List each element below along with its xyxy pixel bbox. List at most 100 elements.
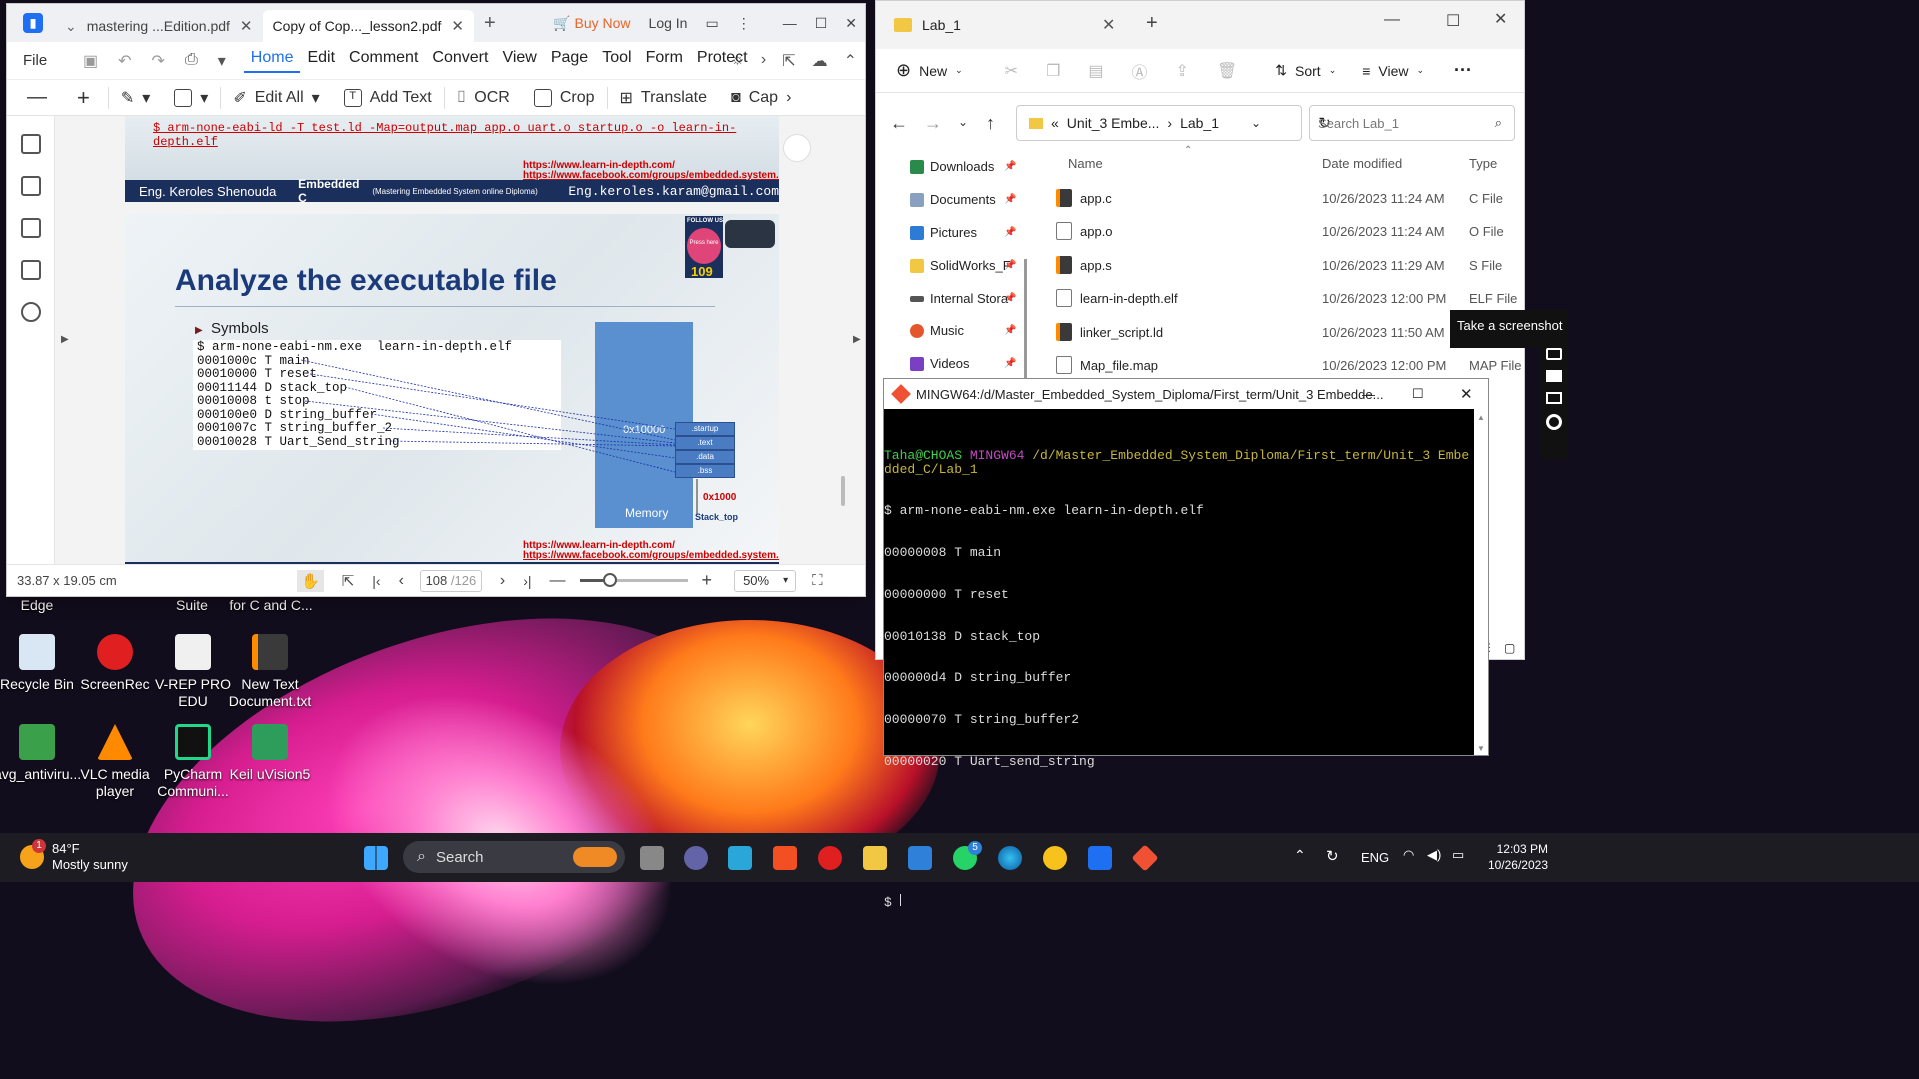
close-window-icon[interactable]: ✕ xyxy=(845,15,857,32)
edge-icon[interactable] xyxy=(998,846,1022,870)
expand-right-panel-icon[interactable]: ▶ xyxy=(853,334,861,345)
zoom-level-select[interactable]: 50% ▾ xyxy=(734,569,797,592)
desktop-icon-recycle-bin[interactable]: Recycle Bin xyxy=(0,634,80,693)
screenrec-taskbar-icon[interactable] xyxy=(818,846,842,870)
maximize-icon[interactable]: ☐ xyxy=(1446,11,1460,31)
mail-icon[interactable] xyxy=(908,846,932,870)
crop-button[interactable]: Crop xyxy=(522,88,607,107)
column-header-date[interactable]: Date modified xyxy=(1322,156,1402,171)
ai-assistant-icon[interactable] xyxy=(783,134,811,162)
dropdown-icon[interactable]: ▾ xyxy=(218,51,226,71)
more-options-icon[interactable]: ··· xyxy=(1454,60,1472,81)
input-line[interactable]: $ xyxy=(884,893,1474,910)
volume-icon[interactable]: ◀) xyxy=(1427,847,1441,863)
battery-icon[interactable]: ▭ xyxy=(1452,847,1464,863)
zoom-slider[interactable] xyxy=(579,573,688,587)
file-row[interactable]: app.s 10/26/2023 11:29 AM S File xyxy=(1056,249,1526,281)
pin-icon[interactable]: 📌 xyxy=(1004,161,1016,172)
menu-comment[interactable]: Comment xyxy=(342,49,425,73)
paste-icon[interactable]: ▤ xyxy=(1088,61,1103,81)
feedback-icon[interactable]: ▭ xyxy=(705,15,718,32)
breadcrumb-lab1[interactable]: Lab_1 xyxy=(1180,115,1219,131)
teams-chat-icon[interactable] xyxy=(684,846,708,870)
cloud-upload-icon[interactable]: ☁ xyxy=(812,51,828,71)
scroll-down-icon[interactable]: ▼ xyxy=(1477,744,1485,753)
pdfelement-taskbar-icon[interactable] xyxy=(1088,846,1112,870)
pin-icon[interactable]: 📌 xyxy=(1004,260,1016,271)
redo-icon[interactable]: ↷ xyxy=(152,51,165,71)
close-window-icon[interactable]: ✕ xyxy=(1494,9,1507,29)
zoom-slider-knob[interactable] xyxy=(602,573,617,587)
desktop-icon-pycharm[interactable]: PyCharm Communi... xyxy=(150,724,236,800)
attachment-icon[interactable] xyxy=(20,260,41,280)
buy-now-button[interactable]: 🛒 Buy Now xyxy=(553,15,630,32)
explorer-tab-lab1[interactable]: Lab_1 xyxy=(922,17,961,33)
menu-edit[interactable]: Edit xyxy=(300,49,342,73)
pdf-tab-lesson2[interactable]: Copy of Cop..._lesson2.pdf ✕ xyxy=(262,10,474,42)
column-header-name[interactable]: Name xyxy=(1068,156,1103,171)
desktop-icon-avg[interactable]: avg_antiviru... xyxy=(0,724,81,783)
close-tab-icon[interactable]: ✕ xyxy=(240,17,253,35)
share-icon[interactable]: ⇪ xyxy=(1176,61,1189,81)
tiles-view-icon[interactable]: ▢ xyxy=(1504,641,1515,655)
maximize-icon[interactable]: ☐ xyxy=(815,15,828,32)
file-row[interactable]: Map_file.map 10/26/2023 12:00 PM MAP Fil… xyxy=(1056,349,1526,381)
print-icon[interactable]: ⎙ xyxy=(185,51,198,71)
desktop-icon-vrep[interactable]: V-REP PRO EDU xyxy=(150,634,236,710)
view-button[interactable]: ≡ View ⌄ xyxy=(1362,63,1424,79)
chevron-right-icon[interactable]: › xyxy=(761,51,766,71)
taskbar-clock[interactable]: 12:03 PM 10/26/2023 xyxy=(1478,841,1548,873)
edit-all-button[interactable]: ✐ Edit All ▾ xyxy=(221,88,331,108)
first-page-icon[interactable]: |‹ xyxy=(372,573,380,589)
video-icon[interactable] xyxy=(1546,370,1562,382)
vertical-scrollbar[interactable] xyxy=(841,476,845,506)
sync-icon[interactable]: ↻ xyxy=(1326,847,1339,865)
expand-sidebar-icon[interactable]: ▶ xyxy=(61,334,69,345)
new-tab-icon[interactable]: + xyxy=(1146,12,1158,35)
show-hidden-icons-icon[interactable]: ⌃ xyxy=(1294,847,1306,864)
address-dropdown-icon[interactable]: ⌄ xyxy=(1251,116,1261,130)
breadcrumb-unit3[interactable]: Unit_3 Embe... xyxy=(1067,115,1160,131)
maximize-icon[interactable]: ☐ xyxy=(1412,386,1424,402)
rename-icon[interactable]: Ⓐ xyxy=(1132,59,1148,83)
new-tab-icon[interactable]: + xyxy=(484,12,496,35)
start-windows-icon[interactable] xyxy=(364,846,388,870)
window-capture-icon[interactable] xyxy=(1546,392,1562,404)
terminal-scrollbar[interactable]: ▲ ▼ xyxy=(1474,409,1488,755)
file-row[interactable]: app.c 10/26/2023 11:24 AM C File xyxy=(1056,182,1526,214)
highlight-tool[interactable]: ✎ ▾ xyxy=(109,88,162,108)
pdf-tab-mastering[interactable]: ⌄ mastering ...Edition.pdf ✕ xyxy=(55,10,263,42)
desktop-icon-vlc[interactable]: VLC media player xyxy=(72,724,158,800)
file-explorer-taskbar-icon[interactable] xyxy=(863,846,887,870)
share-icon[interactable]: ⇱ xyxy=(782,51,795,71)
minimize-icon[interactable]: — xyxy=(783,15,797,31)
sort-button[interactable]: ⇅ Sort ⌄ xyxy=(1275,62,1336,79)
pin-icon[interactable]: 📌 xyxy=(1004,227,1016,238)
search-icon[interactable] xyxy=(20,302,41,322)
weather-widget[interactable]: 1 84°F Mostly sunny xyxy=(18,839,128,873)
add-text-button[interactable]: T Add Text xyxy=(332,88,444,107)
ocr-button[interactable]: ⌷ OCR xyxy=(445,89,522,107)
undo-icon[interactable]: ↶ xyxy=(118,51,131,71)
cut-icon[interactable]: ✂ xyxy=(1005,61,1018,81)
task-view-icon[interactable] xyxy=(640,846,664,870)
select-tool-icon[interactable]: ⇱ xyxy=(342,572,355,590)
language-indicator[interactable]: ENG xyxy=(1361,850,1389,865)
brave-vpn-icon[interactable] xyxy=(1043,846,1067,870)
copy-icon[interactable]: ❐ xyxy=(1046,61,1060,81)
capture-button[interactable]: ◙ Cap › xyxy=(719,89,803,107)
fit-page-icon[interactable]: ⛶ xyxy=(812,572,823,589)
menu-view[interactable]: View xyxy=(495,49,543,73)
page-link-2[interactable]: https://www.facebook.com/groups/embedded… xyxy=(523,550,779,561)
address-bar[interactable]: « Unit_3 Embe... › Lab_1 ⌄ ↻ xyxy=(1016,105,1331,141)
menu-convert[interactable]: Convert xyxy=(425,49,495,73)
settings-icon[interactable] xyxy=(1546,414,1562,430)
desktop-icon-keil[interactable]: Keil uVision5 xyxy=(227,724,313,783)
more-options-icon[interactable]: ⋮ xyxy=(737,15,751,32)
menu-tool[interactable]: Tool xyxy=(595,49,638,73)
nav-scrollbar[interactable] xyxy=(1024,259,1027,379)
close-window-icon[interactable]: ✕ xyxy=(1460,385,1473,403)
file-row[interactable]: app.o 10/26/2023 11:24 AM O File xyxy=(1056,215,1526,247)
translate-button[interactable]: ⊞ Translate xyxy=(608,88,720,108)
microsoft-store-icon[interactable] xyxy=(773,846,797,870)
